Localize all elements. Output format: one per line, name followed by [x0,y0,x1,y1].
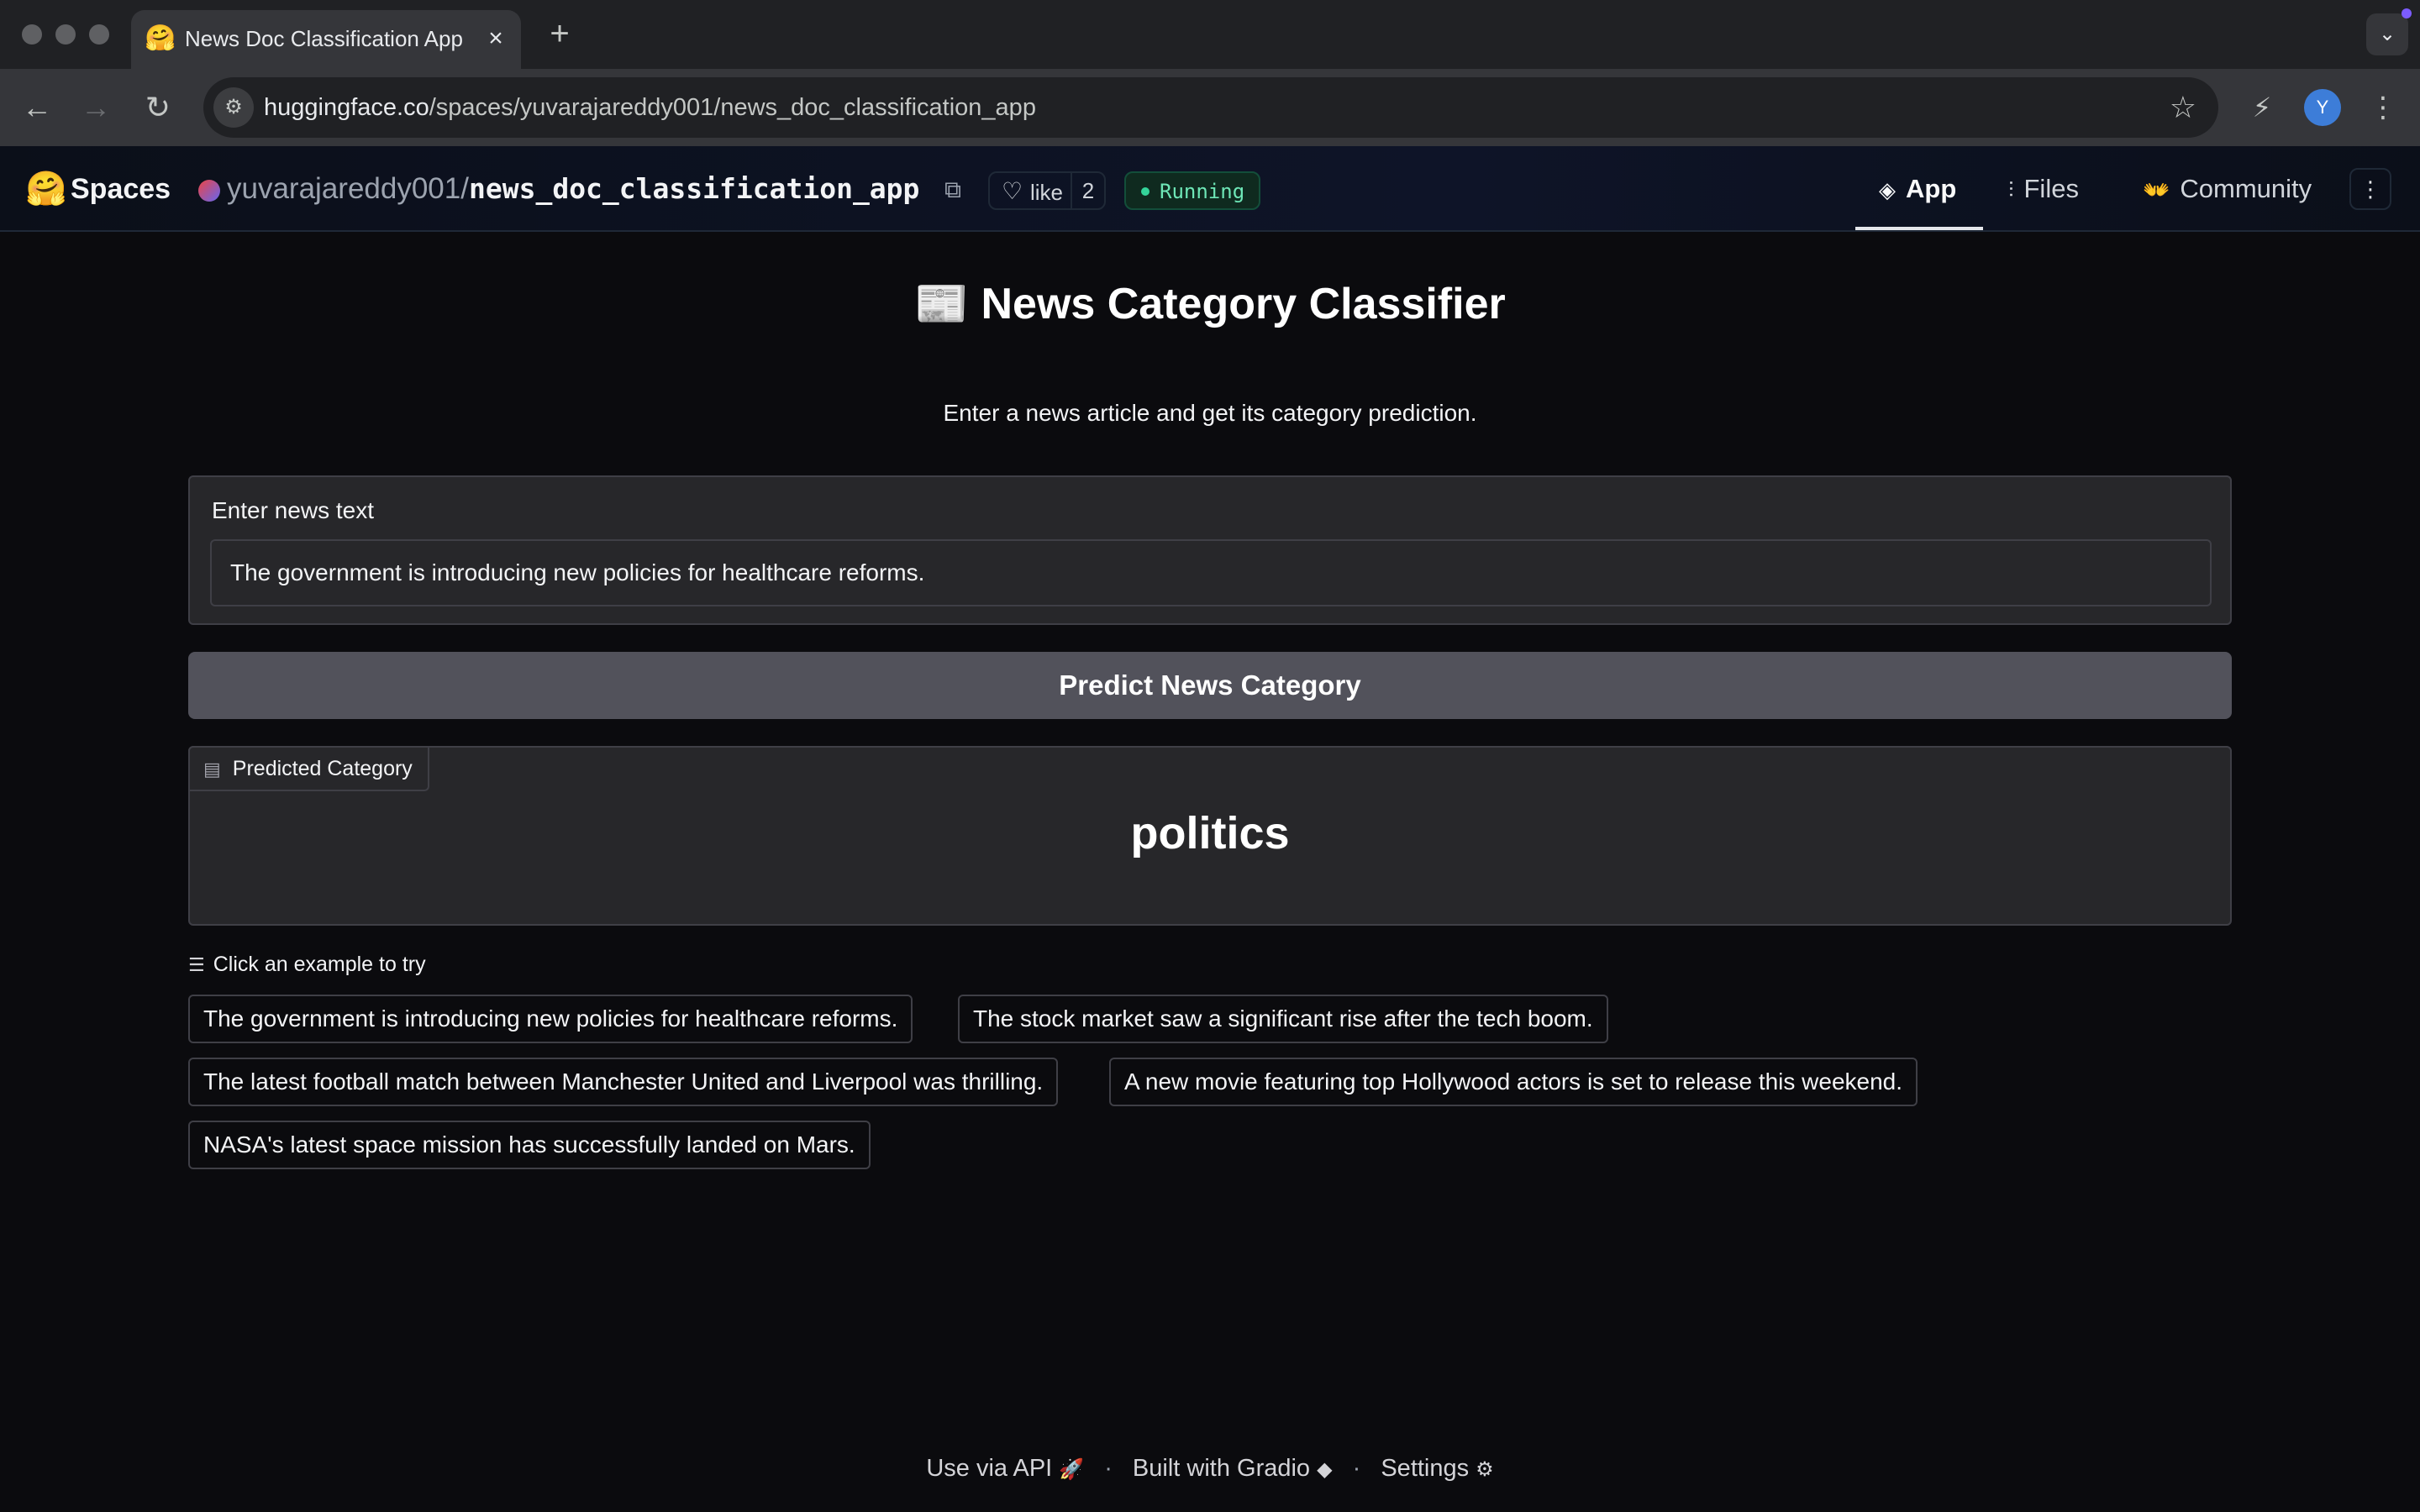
tab-community-label: Community [2180,174,2312,203]
use-api-link[interactable]: Use via API 🚀 [926,1455,1084,1482]
heart-icon: ♡ [1002,178,1023,204]
spaces-link[interactable]: Spaces [71,170,171,208]
window-minimize-button[interactable] [55,24,76,45]
owner-avatar [198,180,220,202]
examples-label-text: Click an example to try [213,953,426,976]
news-text-label: Enter news text [212,497,374,523]
example-button[interactable]: The latest football match between Manche… [188,1058,1059,1106]
rocket-icon: 🚀 [1059,1458,1085,1481]
url-path: /spaces/yuvarajareddy001/news_doc_classi… [429,94,1036,121]
back-arrow-icon[interactable]: ← [13,84,60,131]
window-zoom-button[interactable] [89,24,109,45]
example-button[interactable]: NASA's latest space mission has successf… [188,1121,871,1169]
tab-files[interactable]: ⫶ Files [2008,170,2079,208]
spaces-header: 🤗 Spaces yuvarajareddy001/news_doc_class… [0,146,2420,232]
like-button[interactable]: ♡ like 2 [988,171,1106,210]
notification-dot-icon [2402,8,2412,18]
bar-chart-icon: ▤ [203,759,221,780]
browser-menu-kebab-icon[interactable]: ⋮ [2365,86,2402,129]
files-icon: ⫶ [2008,177,2014,202]
hugging-face-logo-icon[interactable]: 🤗 [25,170,67,208]
like-label: like [1030,180,1064,205]
like-count[interactable]: 2 [1071,173,1104,208]
news-text-block: Enter news text The government is introd… [188,475,2232,625]
tab-search-chevron-down-icon[interactable]: ⌄ [2366,13,2408,55]
predict-button[interactable]: Predict News Category [188,652,2232,719]
active-tab-underline [1855,227,1983,230]
page-description: Enter a news article and get its categor… [943,400,1477,426]
example-button[interactable]: A new movie featuring top Hollywood acto… [1109,1058,1918,1106]
examples-label: ☰ Click an example to try [188,949,426,980]
tab-community[interactable]: 👐 Community [2143,170,2312,208]
tab-app-label: App [1906,174,1957,203]
predicted-category-label: ▤ Predicted Category [188,746,429,791]
extension-icon[interactable]: ⚡ [2240,86,2284,129]
forward-arrow-icon[interactable]: → [72,84,119,131]
use-api-label: Use via API [926,1455,1053,1482]
browser-tab-strip: 🤗 News Doc Classification App × + ⌄ [0,0,2420,69]
page-title-text: News Category Classifier [981,280,1506,328]
gradio-app: 📰 News Category Classifier Enter a news … [0,232,2420,1512]
copy-icon[interactable]: ⧉ [944,175,961,205]
tab-app[interactable]: ◈ App [1879,170,1956,208]
url-host: huggingface.co [264,94,429,121]
address-bar[interactable]: ⚙ huggingface.co/spaces/yuvarajareddy001… [203,77,2218,138]
status-text: Running [1160,180,1245,203]
footer-separator: · [1352,1455,1361,1482]
profile-avatar[interactable]: Y [2304,89,2341,126]
page-title: 📰 News Category Classifier [0,276,2420,333]
breadcrumb-separator: / [460,172,469,205]
example-button[interactable]: The government is introducing new polici… [188,995,913,1043]
example-button[interactable]: The stock market saw a significant rise … [958,995,1608,1043]
browser-toolbar: ← → ↻ ⚙ huggingface.co/spaces/yuvarajare… [0,69,2420,146]
predicted-category-label-text: Predicted Category [232,757,413,780]
cube-icon: ◈ [1879,177,1896,202]
tab-title: News Doc Classification App [185,26,462,51]
hugging-face-favicon-icon: 🤗 [145,24,176,52]
news-text-input[interactable]: The government is introducing new polici… [210,539,2212,606]
community-hands-icon: 👐 [2143,177,2170,202]
window-close-button[interactable] [22,24,42,45]
browser-tab-active[interactable]: 🤗 News Doc Classification App × [131,10,521,69]
tab-files-label: Files [2023,174,2079,203]
space-menu-kebab-icon[interactable]: ⋮ [2349,168,2391,210]
owner-link[interactable]: yuvarajareddy001 [227,172,460,205]
gear-icon: ⚙ [1476,1458,1494,1481]
predicted-category-block: ▤ Predicted Category politics [188,746,2232,926]
bookmark-star-icon[interactable]: ☆ [2170,87,2196,128]
new-tab-plus-icon[interactable]: + [541,15,578,52]
footer-separator: · [1104,1455,1113,1482]
space-breadcrumb: yuvarajareddy001/news_doc_classification… [227,170,919,208]
settings-label: Settings [1381,1455,1470,1482]
settings-link[interactable]: Settings ⚙ [1381,1455,1493,1482]
footer: Use via API 🚀 · Built with Gradio ◆ · Sett… [0,1448,2420,1490]
gradio-logo-icon: ◆ [1317,1458,1333,1481]
built-with-gradio-label: Built with Gradio [1132,1455,1311,1482]
status-dot-icon [1141,187,1150,196]
list-icon: ☰ [188,954,205,975]
space-name-link[interactable]: news_doc_classification_app [469,172,919,205]
site-settings-icon[interactable]: ⚙ [213,87,254,128]
address-bar-url[interactable]: huggingface.co/spaces/yuvarajareddy001/n… [264,91,1036,124]
status-badge: Running [1124,171,1260,210]
tab-close-icon[interactable]: × [482,25,509,52]
newspaper-icon: 📰 [914,280,970,328]
built-with-gradio-link[interactable]: Built with Gradio ◆ [1133,1455,1333,1482]
reload-icon[interactable]: ↻ [134,84,182,131]
predicted-category-value: politics [1130,808,1290,858]
